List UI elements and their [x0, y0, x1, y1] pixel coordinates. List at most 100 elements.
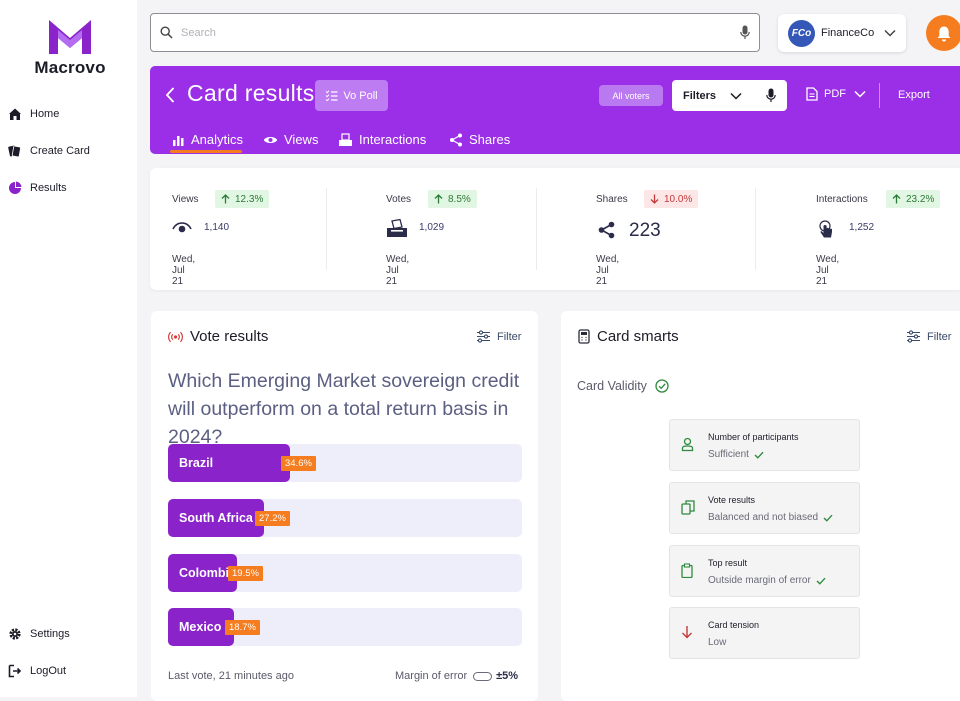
- stat-label: Interactions: [816, 194, 868, 205]
- vote-option-percent: 19.5%: [228, 566, 263, 581]
- vote-option-row: Mexico 18.7%: [168, 608, 522, 646]
- vote-option-bar: Colombia: [168, 554, 237, 592]
- stat-value: 223: [629, 220, 661, 241]
- all-voters-button[interactable]: All voters: [599, 85, 663, 106]
- stat-label: Shares: [596, 194, 628, 205]
- logout-icon: [8, 664, 22, 678]
- search-icon: [160, 26, 173, 39]
- filter-label: Filter: [927, 330, 952, 343]
- sidebar-item-home[interactable]: Home: [8, 107, 59, 121]
- company-name: FinanceCo: [821, 27, 875, 39]
- arrow-up-icon: [434, 194, 443, 204]
- chevron-down-icon: [854, 90, 866, 98]
- check-value-text: Balanced and not biased: [708, 512, 819, 523]
- stats-panel: Views 12.3% 1,140 Wed, Jul 21 Votes 8.5%…: [150, 168, 960, 290]
- tab-interactions[interactable]: Interactions: [338, 132, 426, 147]
- stat-change-badge: 12.3%: [215, 190, 270, 208]
- card-validity: Card Validity: [577, 379, 669, 393]
- vote-option-row: Colombia 19.5%: [168, 554, 522, 592]
- bar-chart-icon: [173, 135, 184, 146]
- filters-label: Filters: [683, 89, 717, 102]
- tab-analytics[interactable]: Analytics: [172, 132, 243, 147]
- check-value: Low: [708, 637, 726, 648]
- check-value-text: Low: [708, 637, 727, 648]
- tab-label: Views: [284, 132, 319, 147]
- stat-date: Wed, Jul 21: [596, 254, 620, 287]
- smarts-filter-button[interactable]: Filter: [906, 330, 951, 343]
- card-type-label: Vo Poll: [343, 89, 378, 102]
- checkmark-icon: [823, 514, 833, 522]
- sidebar-item-logout[interactable]: LogOut: [8, 664, 66, 678]
- microphone-icon[interactable]: [766, 88, 776, 103]
- check-value: Sufficient: [708, 449, 764, 460]
- check-value: Balanced and not biased: [708, 512, 833, 523]
- tab-views[interactable]: Views: [263, 132, 318, 147]
- person-icon: [681, 437, 694, 452]
- back-arrow-icon[interactable]: [164, 86, 176, 104]
- logo-icon: [49, 20, 91, 54]
- search-bar: [150, 13, 760, 52]
- stat-change-value: 10.0%: [664, 193, 693, 205]
- vote-option-percent: 34.6%: [281, 456, 316, 471]
- vote-option-row: Brazil 34.6%: [168, 444, 522, 482]
- arrow-down-icon: [682, 626, 692, 639]
- bell-icon: [937, 26, 951, 41]
- divider: [326, 188, 327, 270]
- vote-option-row: South Africa 27.2%: [168, 499, 522, 537]
- notifications-button[interactable]: [926, 15, 960, 51]
- arrow-up-icon: [221, 194, 230, 204]
- tab-label: Shares: [469, 132, 511, 147]
- logo[interactable]: Macrovo: [28, 16, 112, 78]
- sidebar: Macrovo Home Create Card Results Setting…: [0, 0, 137, 697]
- tab-label: Interactions: [359, 132, 427, 147]
- vote-option-percent: 27.2%: [255, 511, 290, 526]
- home-icon: [9, 108, 21, 120]
- sidebar-item-label: Home: [30, 108, 60, 120]
- stat-value: 1,252: [849, 222, 875, 233]
- arrow-down-icon: [650, 194, 659, 204]
- filters-dropdown[interactable]: Filters: [672, 80, 787, 111]
- sidebar-item-settings[interactable]: Settings: [8, 627, 70, 641]
- checkmark-icon: [816, 577, 826, 585]
- check-circle-icon: [655, 379, 669, 393]
- check-value: Outside margin of error: [708, 575, 826, 586]
- sidebar-item-results[interactable]: Results: [8, 181, 67, 195]
- sidebar-item-label: LogOut: [30, 665, 67, 677]
- vote-option-percent: 18.7%: [225, 620, 260, 635]
- check-title: Vote results: [708, 495, 756, 505]
- chevron-down-icon: [884, 29, 896, 37]
- list-icon: [326, 90, 338, 101]
- validity-check-participants: Number of participants Sufficient: [669, 419, 860, 471]
- vote-filter-button[interactable]: Filter: [476, 330, 521, 343]
- stat-label: Views: [172, 194, 199, 205]
- sidebar-item-create-card[interactable]: Create Card: [8, 144, 90, 158]
- search-input[interactable]: [181, 26, 740, 39]
- divider: [755, 188, 756, 270]
- margin-label: Margin of error: [395, 670, 468, 682]
- company-switcher[interactable]: FCo FinanceCo: [778, 14, 906, 52]
- margin-toggle[interactable]: [473, 671, 493, 681]
- stat-date: Wed, Jul 21: [816, 254, 840, 287]
- stat-change-badge: 23.2%: [886, 190, 941, 208]
- pdf-dropdown[interactable]: PDF: [806, 87, 866, 101]
- active-tab-indicator: [170, 150, 242, 153]
- validity-check-vote-results: Vote results Balanced and not biased: [669, 482, 860, 534]
- microphone-icon[interactable]: [740, 25, 750, 40]
- calculator-icon: [578, 329, 590, 344]
- ballot-icon: [339, 132, 352, 146]
- stat-date: Wed, Jul 21: [386, 254, 410, 287]
- tab-shares[interactable]: Shares: [449, 132, 510, 147]
- validity-label: Card Validity: [577, 379, 647, 393]
- cards-icon: [8, 145, 21, 158]
- card-type-badge[interactable]: Vo Poll: [315, 80, 388, 111]
- sidebar-item-label: Results: [30, 182, 67, 194]
- eye-icon: [172, 222, 192, 233]
- export-button[interactable]: Export: [898, 89, 930, 101]
- stat-change-value: 23.2%: [906, 193, 935, 205]
- check-title: Card tension: [708, 620, 760, 630]
- clipboard-icon: [681, 563, 693, 578]
- document-icon: [806, 87, 818, 101]
- pdf-label: PDF: [824, 88, 846, 100]
- broadcast-icon: [168, 331, 183, 342]
- check-title: Top result: [708, 558, 748, 568]
